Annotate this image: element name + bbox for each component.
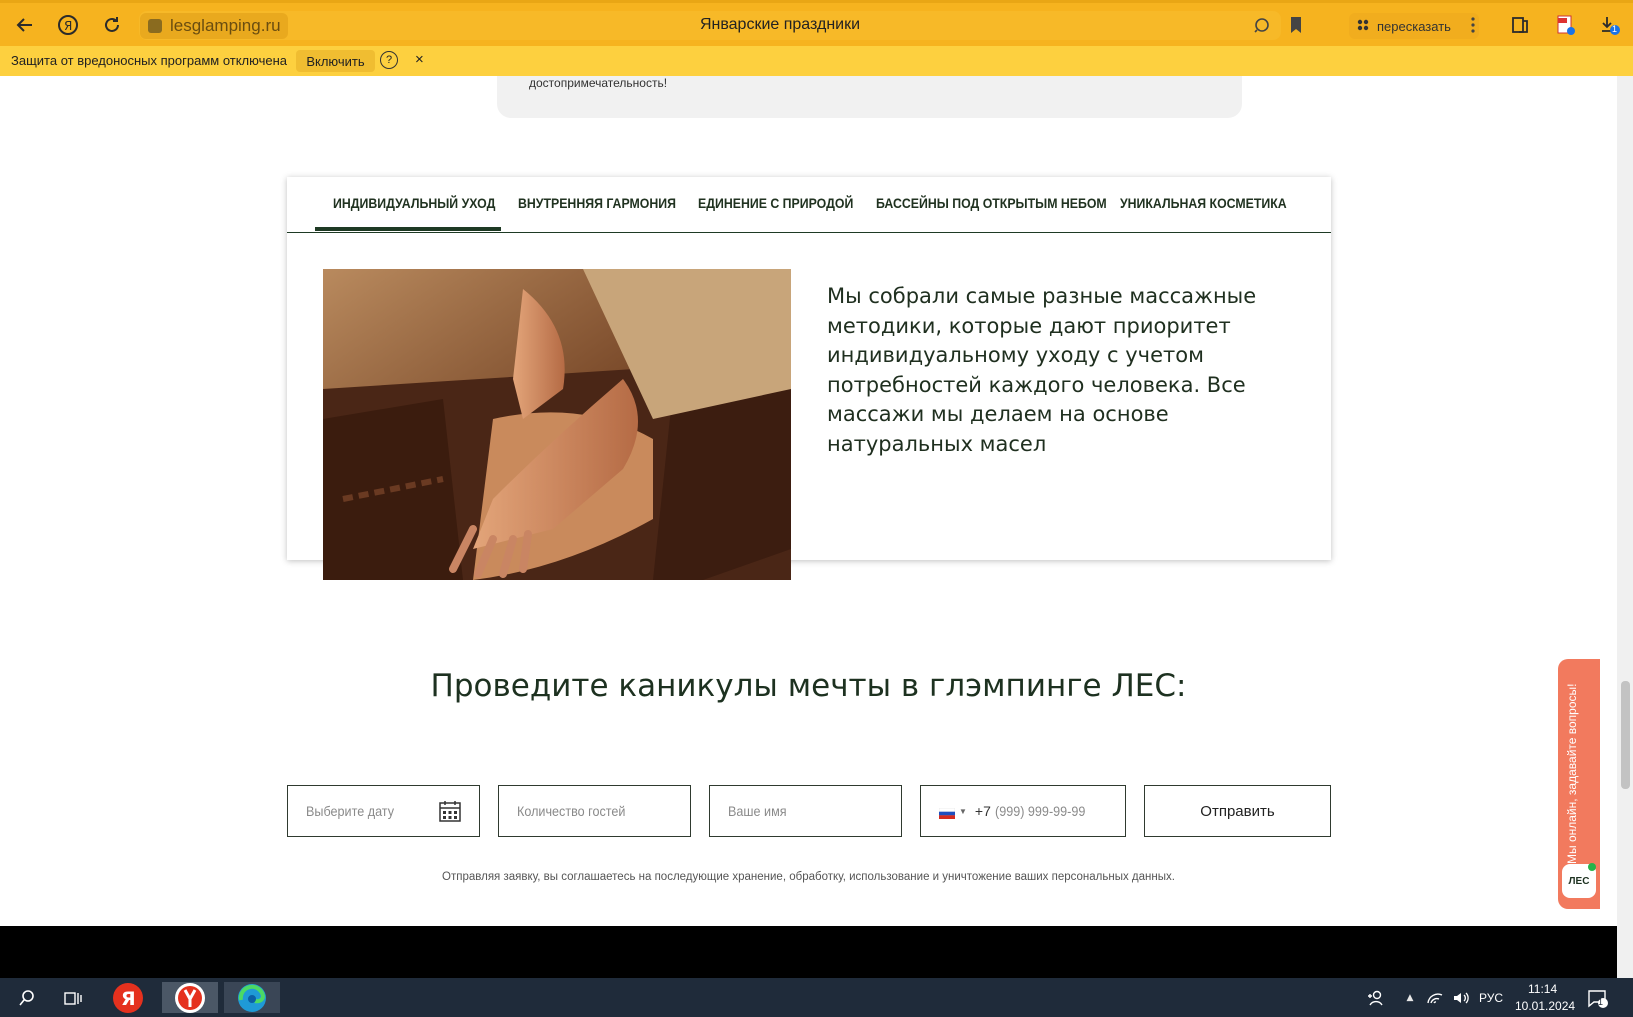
phone-prefix: +7	[974, 803, 991, 819]
yandex-home-icon[interactable]: Я	[56, 13, 80, 37]
help-icon[interactable]: ?	[380, 51, 398, 69]
downloads-badge: 1	[1612, 24, 1618, 34]
close-icon[interactable]: ×	[415, 51, 424, 68]
tab-unity-with-nature[interactable]: ЕДИНЕНИЕ С ПРИРОДОЙ	[698, 195, 853, 211]
back-arrow-icon[interactable]	[13, 13, 37, 37]
active-tab-indicator	[315, 227, 501, 231]
clock-time[interactable]: 11:14	[1528, 982, 1557, 996]
svg-text:Я: Я	[64, 19, 72, 33]
tab-individual-care[interactable]: ИНДИВИДУАЛЬНЫЙ УХОД	[333, 195, 495, 211]
calendar-icon[interactable]	[438, 799, 462, 826]
language-indicator[interactable]: РУС	[1479, 991, 1503, 1005]
bookmark-icon[interactable]	[1284, 13, 1308, 37]
retell-icon	[1357, 19, 1369, 34]
tab-unique-cosmetics[interactable]: УНИКАЛЬНАЯ КОСМЕТИКА	[1120, 195, 1287, 211]
info-card-text: достопримечательность!	[529, 76, 668, 90]
pdf-icon[interactable]	[1554, 13, 1578, 37]
search-icon[interactable]	[12, 982, 42, 1013]
notification-count: 1	[1598, 997, 1604, 1007]
russia-flag-icon[interactable]	[938, 806, 956, 819]
translate-icon[interactable]	[1250, 13, 1274, 37]
footer	[0, 926, 1617, 978]
tab-description: Мы собрали самые разные массажные методи…	[827, 284, 1257, 456]
notifications-icon[interactable]	[1584, 982, 1610, 1013]
reload-icon[interactable]	[100, 13, 124, 37]
booking-headline: Проведите каникулы мечты в глэмпинге ЛЕС…	[430, 668, 1187, 704]
menu-dots-icon[interactable]	[1461, 13, 1485, 37]
lock-icon	[148, 19, 162, 33]
enable-protection-button[interactable]: Включить	[296, 50, 375, 72]
task-view-icon[interactable]	[58, 982, 88, 1013]
tab-inner-harmony[interactable]: ВНУТРЕННЯЯ ГАРМОНИЯ	[518, 195, 676, 211]
url-text: lesglamping.ru	[170, 16, 281, 35]
name-field[interactable]: Ваше имя	[709, 785, 902, 837]
online-indicator	[1588, 863, 1596, 871]
url-chip[interactable]: lesglamping.ru	[140, 13, 288, 39]
yandex-app-icon[interactable]: Я	[110, 982, 146, 1013]
downloads-icon[interactable]	[1598, 13, 1622, 37]
date-placeholder: Выберите дату	[306, 803, 395, 819]
scrollbar[interactable]	[1617, 76, 1633, 978]
network-icon[interactable]	[1424, 982, 1446, 1013]
volume-icon[interactable]	[1450, 982, 1472, 1013]
warning-text: Защита от вредоносных программ отключена	[11, 53, 288, 68]
name-placeholder: Ваше имя	[728, 803, 787, 819]
scrollbar-thumb[interactable]	[1621, 681, 1630, 789]
retell-label: пересказать	[1377, 18, 1451, 34]
retell-button[interactable]: пересказать	[1349, 13, 1479, 39]
page-viewport: достопримечательность! ИНДИВИДУАЛЬНЫЙ УХ…	[0, 76, 1617, 978]
spa-tabs-card: ИНДИВИДУАЛЬНЫЙ УХОД ВНУТРЕННЯЯ ГАРМОНИЯ …	[287, 177, 1331, 580]
tab-bar: ИНДИВИДУАЛЬНЫЙ УХОД ВНУТРЕННЯЯ ГАРМОНИЯ …	[287, 177, 1331, 233]
massage-photo	[323, 269, 791, 580]
chat-widget[interactable]: Мы онлайн, задавайте вопросы! ЛЕС	[1558, 659, 1600, 909]
date-field[interactable]: Выберите дату	[287, 785, 480, 837]
phone-placeholder: (999) 999-99-99	[994, 803, 1086, 819]
edge-browser-icon[interactable]	[224, 982, 280, 1013]
submit-button[interactable]: Отправить	[1144, 785, 1331, 837]
consent-text: Отправляя заявку, вы соглашаетесь на пос…	[442, 871, 1175, 883]
clock-date[interactable]: 10.01.2024	[1515, 999, 1575, 1013]
people-icon[interactable]	[1362, 982, 1388, 1013]
tray-expand-icon[interactable]: ▲	[1402, 982, 1418, 1013]
chat-widget-text: Мы онлайн, задавайте вопросы!	[1565, 683, 1579, 865]
svg-text:Я: Я	[121, 988, 136, 1010]
info-card: достопримечательность!	[497, 76, 1242, 118]
yandex-browser-icon[interactable]	[162, 982, 218, 1013]
phone-field[interactable]: ▼ +7 (999) 999-99-99	[920, 785, 1126, 837]
windows-taskbar: Я ▲ РУС 11:14 10.01.2024 1	[0, 978, 1633, 1017]
guests-placeholder: Количество гостей	[517, 803, 626, 819]
collections-icon[interactable]	[1508, 13, 1532, 37]
security-warning-bar: Защита от вредоносных программ отключена…	[0, 46, 1633, 76]
browser-toolbar: Я lesglamping.ru Январские праздники пер…	[0, 0, 1633, 46]
page-title: Январские праздники	[699, 16, 861, 33]
guests-field[interactable]: Количество гостей	[498, 785, 691, 837]
chevron-down-icon[interactable]: ▼	[959, 807, 967, 816]
tab-outdoor-pools[interactable]: БАССЕЙНЫ ПОД ОТКРЫТЫМ НЕБОМ	[876, 195, 1107, 211]
